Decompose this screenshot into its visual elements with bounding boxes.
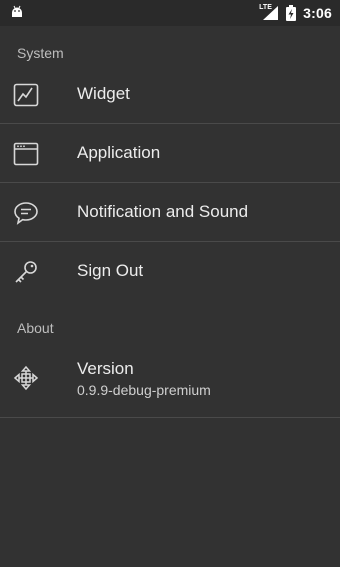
settings-item-application[interactable]: Application <box>0 124 340 182</box>
window-icon <box>13 142 39 166</box>
status-bar: LTE 3:06 <box>0 0 340 26</box>
version-value: 0.9.9-debug-premium <box>77 382 211 398</box>
chat-bubble-icon <box>14 202 38 225</box>
move-arrows-icon <box>13 365 39 391</box>
key-icon <box>15 261 37 283</box>
settings-item-sign-out[interactable]: Sign Out <box>0 242 340 300</box>
android-icon <box>12 5 22 17</box>
network-type-label: LTE <box>259 4 272 11</box>
status-icons: LTE 3:06 <box>259 3 332 23</box>
battery-charging-icon <box>286 5 297 21</box>
settings-item-notification-and-sound[interactable]: Notification and Sound <box>0 183 340 241</box>
clock: 3:06 <box>303 5 332 21</box>
section-header-system: System <box>17 45 64 61</box>
item-label-notification-and-sound: Notification and Sound <box>77 202 249 221</box>
settings-item-version[interactable]: Version 0.9.9-debug-premium <box>0 348 340 406</box>
section-header-about: About <box>17 320 54 336</box>
item-label-version: Version <box>77 359 134 378</box>
settings-item-widget[interactable]: Widget <box>0 65 340 123</box>
signal-lte-icon: LTE <box>259 4 279 21</box>
item-label-application: Application <box>77 143 161 162</box>
item-label-widget: Widget <box>77 84 130 103</box>
item-label-sign-out: Sign Out <box>77 261 144 280</box>
chart-line-icon <box>13 83 39 107</box>
divider <box>0 417 340 418</box>
